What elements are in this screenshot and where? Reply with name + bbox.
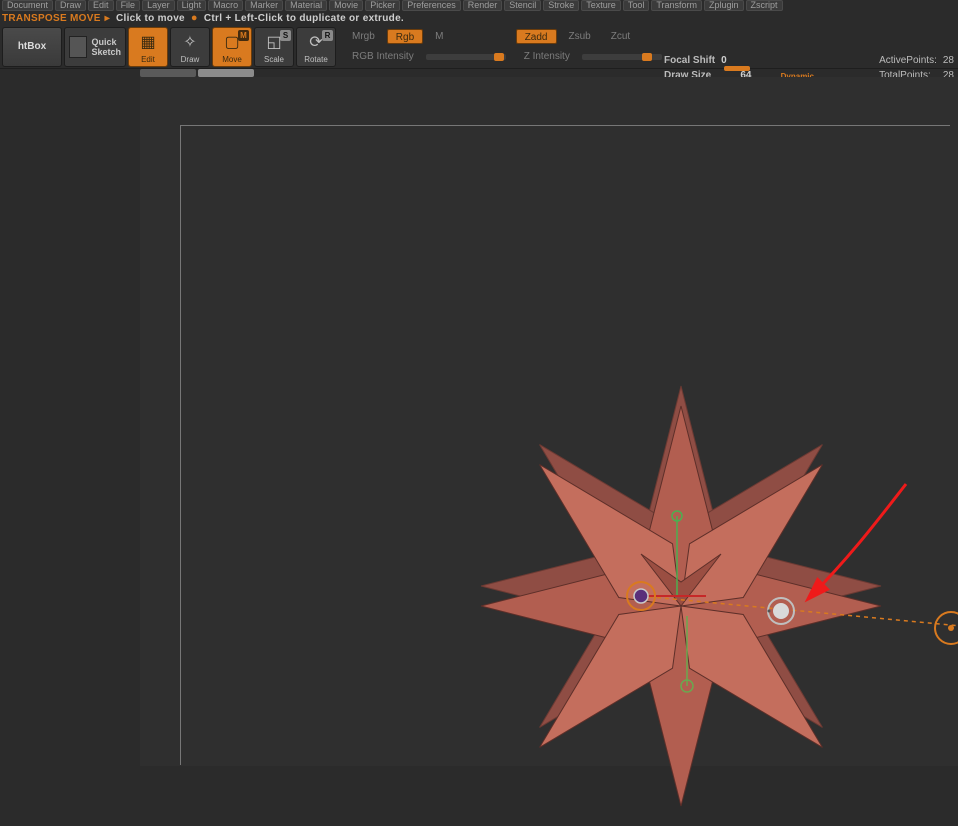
menu-marker[interactable]: Marker — [245, 0, 283, 11]
rotate-button[interactable]: R ⟳ Rotate — [296, 27, 336, 67]
zsub-toggle[interactable]: Zsub — [561, 29, 599, 44]
rgb-intensity-label: RGB Intensity — [344, 49, 422, 64]
menu-render[interactable]: Render — [463, 0, 503, 11]
draw-button[interactable]: ✧ Draw — [170, 27, 210, 67]
menu-material[interactable]: Material — [285, 0, 327, 11]
toolbar: htBox QuickSketch ▦ Edit ✧ Draw M ▢ Move… — [0, 25, 958, 69]
edit-button[interactable]: ▦ Edit — [128, 27, 168, 67]
focal-shift-value: 0 — [721, 55, 727, 66]
z-intensity-label: Z Intensity — [516, 49, 578, 64]
move-label: Move — [222, 55, 242, 64]
menu-picker[interactable]: Picker — [365, 0, 400, 11]
hint-text-2: Ctrl + Left-Click to duplicate or extrud… — [204, 13, 404, 24]
menu-draw[interactable]: Draw — [55, 0, 86, 11]
main-menu-bar: Document Draw Edit File Layer Light Macr… — [0, 0, 958, 11]
scale-button[interactable]: S ◱ Scale — [254, 27, 294, 67]
menu-stencil[interactable]: Stencil — [504, 0, 541, 11]
annotation-arrow-icon — [771, 476, 931, 626]
rgb-intensity-slider[interactable] — [426, 54, 506, 60]
edit-label: Edit — [141, 55, 155, 64]
menu-texture[interactable]: Texture — [581, 0, 621, 11]
z-intensity-slider[interactable] — [582, 54, 662, 60]
quicksketch-thumb-icon — [69, 36, 87, 58]
menu-macro[interactable]: Macro — [208, 0, 243, 11]
canvas-area — [140, 77, 958, 766]
menu-zplugin[interactable]: Zplugin — [704, 0, 744, 11]
rotate-icon: ⟳ — [297, 32, 335, 52]
menu-stroke[interactable]: Stroke — [543, 0, 579, 11]
draw-label: Draw — [181, 55, 200, 64]
move-icon: ▢ — [213, 32, 251, 52]
document-tabs — [140, 69, 254, 77]
menu-edit[interactable]: Edit — [88, 0, 114, 11]
menu-zscript[interactable]: Zscript — [746, 0, 783, 11]
active-points-label: ActivePoints: — [879, 55, 937, 66]
quicksketch-button[interactable]: QuickSketch — [64, 27, 126, 67]
menu-movie[interactable]: Movie — [329, 0, 363, 11]
move-button[interactable]: M ▢ Move — [212, 27, 252, 67]
document-tab-1[interactable] — [140, 69, 196, 77]
menu-transform[interactable]: Transform — [651, 0, 702, 11]
scale-icon: ◱ — [255, 32, 293, 52]
m-toggle[interactable]: M — [427, 29, 451, 44]
z-controls: Zadd Zsub Zcut Z Intensity — [516, 28, 662, 66]
zcut-toggle[interactable]: Zcut — [603, 29, 638, 44]
edit-icon: ▦ — [129, 32, 167, 52]
focal-shift-slider[interactable] — [724, 66, 750, 71]
menu-file[interactable]: File — [116, 0, 141, 11]
hint-mode: TRANSPOSE MOVE — [2, 13, 101, 24]
menu-document[interactable]: Document — [2, 0, 53, 11]
rotate-label: Rotate — [304, 55, 328, 64]
play-icon: ▸ — [105, 13, 110, 24]
zadd-toggle[interactable]: Zadd — [516, 29, 557, 44]
active-points-value: 28 — [943, 55, 954, 66]
focal-shift-label: Focal Shift — [664, 55, 715, 66]
menu-layer[interactable]: Layer — [142, 0, 175, 11]
mrgb-toggle[interactable]: Mrgb — [344, 29, 383, 44]
lightbox-label: htBox — [18, 41, 46, 52]
quicksketch-label: QuickSketch — [91, 37, 121, 57]
document-tab-2[interactable] — [198, 69, 254, 77]
hint-text-1: Click to move — [116, 13, 185, 24]
paint-controls: Mrgb Rgb M RGB Intensity — [344, 28, 506, 66]
menu-light[interactable]: Light — [177, 0, 207, 11]
scale-label: Scale — [264, 55, 284, 64]
hint-bar: TRANSPOSE MOVE ▸ Click to move ● Ctrl + … — [0, 11, 958, 25]
draw-icon: ✧ — [171, 32, 209, 52]
menu-preferences[interactable]: Preferences — [402, 0, 461, 11]
menu-tool[interactable]: Tool — [623, 0, 650, 11]
viewport[interactable] — [180, 125, 950, 765]
lightbox-button[interactable]: htBox — [2, 27, 62, 67]
rgb-toggle[interactable]: Rgb — [387, 29, 423, 44]
